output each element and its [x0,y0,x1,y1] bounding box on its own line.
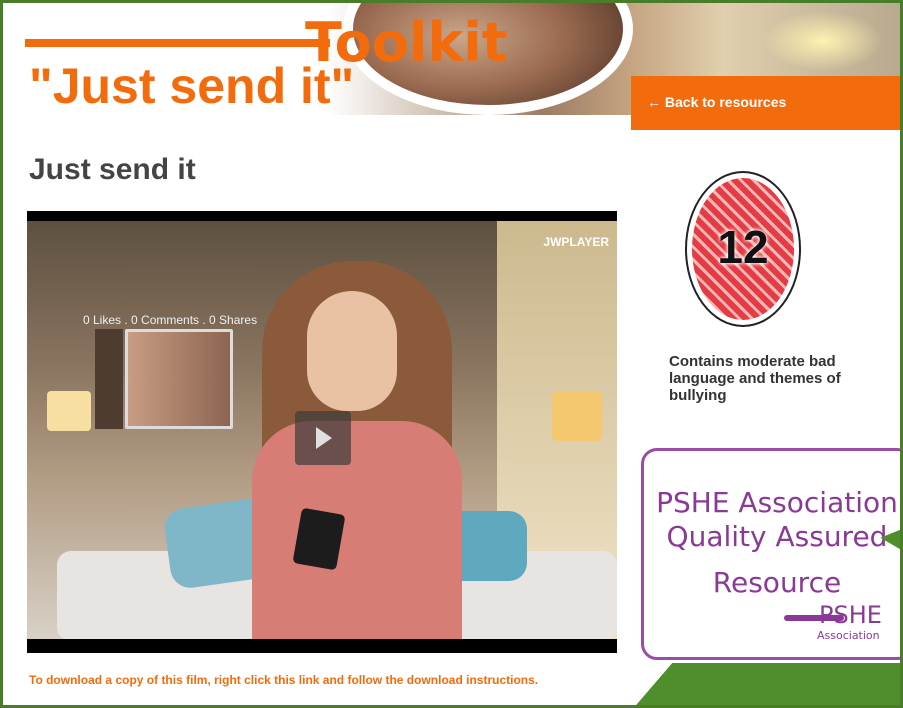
pshe-line-1: PSHE Association [656,486,898,519]
bbfc-rating-number: 12 [717,221,769,273]
page-frame: Toolkit "Just send it" ← Back to resourc… [0,0,903,708]
pshe-line-3: Resource [712,566,842,599]
bbfc-rating-badge: 12 [685,171,801,327]
back-to-resources-bar[interactable]: ← Back to resources [631,76,900,130]
banner-stripe [25,39,330,47]
green-corner-block [631,663,900,705]
pshe-logo: PSHE [819,601,882,629]
social-thumbnail [125,329,233,429]
banner-light [763,11,883,71]
social-thumb-side [95,329,123,429]
jwplayer-logo[interactable]: JWPLAYER [543,235,609,249]
bbfc-rating-pattern: 12 [692,178,794,320]
rating-description: Contains moderate bad language and theme… [669,353,841,404]
pshe-line-2: Quality Assured [666,520,888,553]
pshe-logo-sub: Association [817,629,880,642]
banner-title: "Just send it" [29,58,355,114]
video-lamp [47,391,91,431]
video-player[interactable]: 0 Likes . 0 Comments . 0 Shares JWPLAYER [27,211,617,653]
video-girl-body [252,421,462,639]
video-girl-face [307,291,397,411]
video-frame: 0 Likes . 0 Comments . 0 Shares JWPLAYER [27,221,617,639]
back-to-resources-link[interactable]: ← Back to resources [647,94,786,110]
social-counts: 0 Likes . 0 Comments . 0 Shares [83,313,258,327]
pshe-quality-badge: PSHE Association Quality Assured Resourc… [641,448,900,660]
page-title: Just send it [29,153,196,186]
download-link[interactable]: To download a copy of this film, right c… [29,673,538,687]
video-lamp-right [552,391,602,441]
play-button[interactable] [295,411,351,465]
